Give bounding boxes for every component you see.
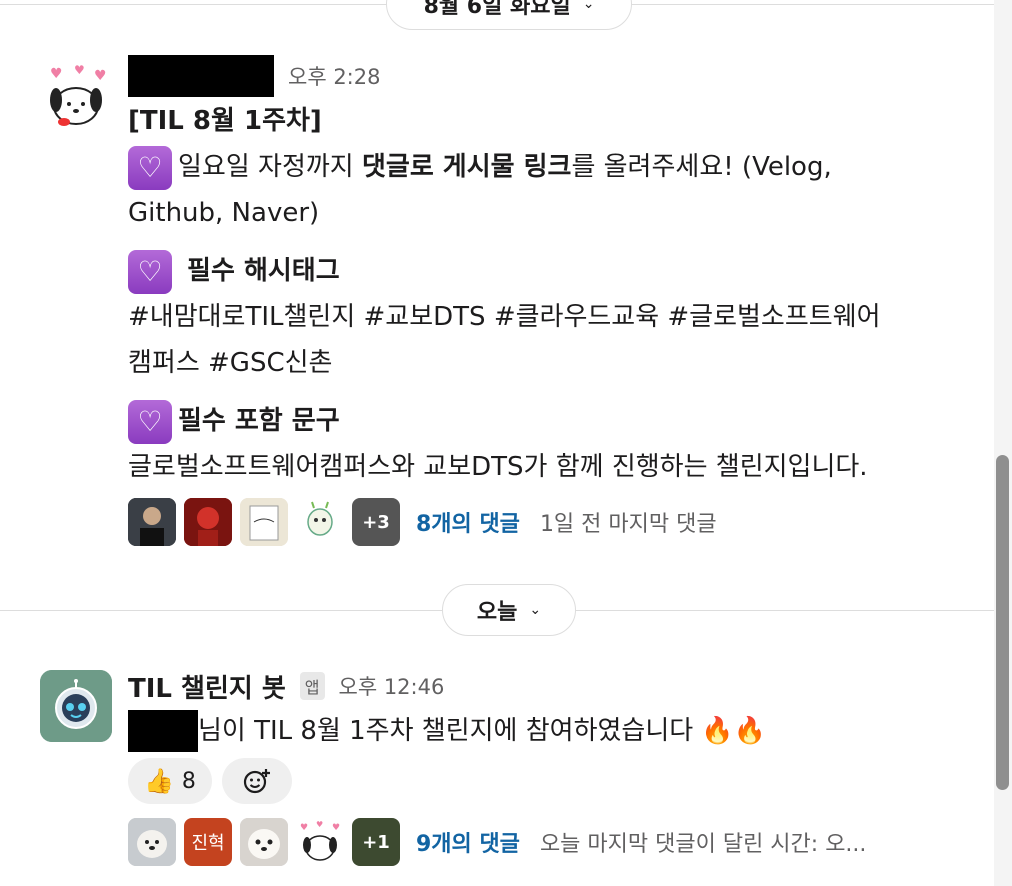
date-label: 오늘	[476, 600, 518, 625]
message-title: [TIL 8월 1주차]	[128, 106, 322, 136]
svg-text:♥: ♥	[50, 66, 63, 82]
avatar[interactable]	[128, 818, 176, 866]
svg-text:♥: ♥	[300, 823, 308, 833]
avatar[interactable]: ♥ ♥ ♥	[40, 60, 112, 132]
section-heading-hashtags: ♡ 필수 해시태그	[128, 248, 982, 294]
hashtags-line: 캠퍼스 #GSC신촌	[128, 348, 333, 378]
redacted-username	[128, 55, 274, 97]
message-line: Github, Naver)	[128, 198, 320, 228]
chevron-down-icon: ⌄	[529, 602, 542, 618]
avatar[interactable]	[128, 498, 176, 546]
app-badge: 앱	[299, 672, 325, 700]
reactions-bar: 👍 8	[128, 758, 982, 804]
message-line: 님이 TIL 8월 1주차 챌린지에 참여하였습니다 🔥🔥	[128, 708, 982, 754]
message-2: TIL 챌린지 봇 앱 오후 12:46 님이 TIL 8월 1주차 챌린지에 …	[128, 664, 982, 868]
reply-count-link[interactable]: 8개의 댓글	[416, 506, 520, 538]
message-1: 오후 2:28 [TIL 8월 1주차] ♡ 일요일 자정까지 댓글로 게시물 링…	[128, 54, 982, 548]
hashtags-line: #내맘대로TIL챌린지 #교보DTS #클라우드교육 #글로벌소프트웨어	[128, 302, 881, 332]
reaction-thumbs-up[interactable]: 👍 8	[128, 758, 212, 804]
date-pill-today[interactable]: 오늘 ⌄	[442, 584, 576, 636]
avatar[interactable]	[240, 498, 288, 546]
add-reaction-button[interactable]	[221, 758, 292, 804]
sender-name[interactable]: TIL 챌린지 봇	[128, 668, 286, 705]
avatar[interactable]	[296, 498, 344, 546]
redacted-username	[128, 710, 198, 752]
timestamp[interactable]: 오후 12:46	[339, 671, 445, 701]
purple-heart-icon: ♡	[128, 249, 172, 294]
date-pill-aug6[interactable]: 8월 6일 화요일 ⌄	[386, 0, 632, 30]
purple-heart-icon: ♡	[128, 399, 172, 444]
thread-summary[interactable]: +3 8개의 댓글 1일 전 마지막 댓글	[128, 496, 982, 548]
timestamp[interactable]: 오후 2:28	[288, 61, 380, 91]
more-participants[interactable]: +3	[352, 498, 400, 546]
chevron-down-icon: ⌄	[582, 0, 595, 12]
bot-avatar[interactable]	[40, 670, 112, 742]
avatar[interactable]: ♥ ♥ ♥	[296, 818, 344, 866]
svg-text:♥: ♥	[332, 823, 340, 833]
avatar[interactable]: 진혁	[184, 818, 232, 866]
avatar[interactable]	[184, 498, 232, 546]
reply-count-link[interactable]: 9개의 댓글	[416, 826, 520, 858]
purple-heart-icon: ♡	[128, 145, 172, 190]
avatar[interactable]	[240, 818, 288, 866]
more-participants[interactable]: +1	[352, 818, 400, 866]
message-line: ♡ 일요일 자정까지 댓글로 게시물 링크를 올려주세요! (Velog,	[128, 144, 982, 190]
thumbs-up-icon: 👍	[144, 767, 174, 795]
svg-text:♥: ♥	[94, 68, 107, 84]
last-reply-time: 1일 전 마지막 댓글	[539, 512, 717, 537]
thread-summary[interactable]: 진혁 ♥ ♥ ♥ +1 9개의 댓글 오늘 마지막 댓글이 달린 시간: 오...	[128, 816, 982, 868]
last-reply-time: 오늘 마지막 댓글이 달린 시간: 오...	[539, 832, 867, 857]
add-emoji-icon	[243, 769, 270, 794]
required-phrase: 글로벌소프트웨어캠퍼스와 교보DTS가 함께 진행하는 챌린지입니다.	[128, 452, 868, 482]
section-heading-phrase: ♡ 필수 포함 문구	[128, 398, 982, 444]
date-label: 8월 6일 화요일	[423, 0, 571, 19]
svg-text:♥: ♥	[74, 63, 85, 77]
svg-text:♥: ♥	[316, 820, 323, 829]
scrollbar-thumb[interactable]	[996, 455, 1009, 790]
